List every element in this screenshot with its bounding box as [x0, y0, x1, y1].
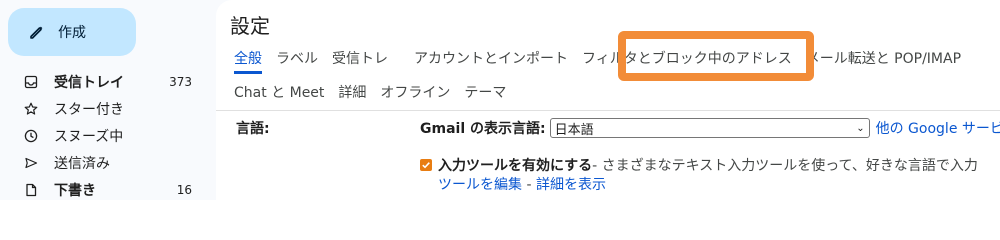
unread-count: 373: [169, 74, 192, 89]
edit-tools-link[interactable]: ツールを編集: [438, 177, 522, 193]
send-icon: [24, 156, 38, 170]
chevron-down-icon: ⌄: [856, 122, 865, 134]
link-separator: -: [522, 177, 536, 193]
tab-chat-meet[interactable]: Chat と Meet: [234, 82, 324, 108]
sidebar-item-label: スター付き: [54, 101, 124, 118]
sidebar-item-label: 送信済み: [54, 155, 110, 172]
input-tools-checkbox[interactable]: [420, 159, 432, 171]
other-services-language-link[interactable]: 他の Google サービ: [876, 118, 1000, 138]
pencil-icon: [28, 23, 46, 41]
gmail-settings-window: 作成 受信トレイ 373 スター付き スヌーズ中 送信済み 下書き 16 設定 …: [0, 0, 1000, 200]
tabs-divider: [216, 110, 1000, 111]
tab-labels[interactable]: ラベル: [276, 48, 318, 74]
tab-themes[interactable]: テーマ: [464, 82, 506, 108]
checkmark-icon: [422, 162, 430, 169]
learn-more-link[interactable]: 詳細を表示: [536, 177, 606, 193]
tab-advanced[interactable]: 詳細: [338, 82, 366, 108]
input-tools-description: - さまざまなテキスト入力ツールを使って、好きな言語で入力: [592, 158, 978, 174]
sidebar-item-label: 下書き: [54, 182, 96, 199]
draft-icon: [24, 183, 38, 197]
tab-accounts-import[interactable]: アカウントとインポート: [414, 48, 568, 74]
page-title: 設定: [230, 14, 270, 38]
sidebar: 作成 受信トレイ 373 スター付き スヌーズ中 送信済み 下書き 16: [0, 0, 216, 200]
language-setting-label: 言語:: [236, 121, 270, 137]
clock-icon: [24, 129, 38, 143]
tab-general[interactable]: 全般: [234, 48, 262, 74]
input-tools-row: 入力ツールを有効にする - さまざまなテキスト入力ツールを使って、好きな言語で入…: [420, 155, 978, 175]
display-language-row: Gmail の表示言語: 日本語 ⌄ 他の Google サービ: [420, 118, 1000, 138]
tab-offline[interactable]: オフライン: [380, 82, 450, 108]
settings-tabs-row-1: 全般 ラベル 受信トレ アカウントとインポート フィルタとブロック中のアドレス …: [234, 48, 975, 74]
inbox-icon: [24, 75, 38, 89]
sidebar-nav: 受信トレイ 373 スター付き スヌーズ中 送信済み 下書き 16: [0, 68, 216, 203]
star-icon: [24, 102, 38, 116]
sidebar-item-starred[interactable]: スター付き: [0, 95, 216, 122]
selected-language: 日本語: [554, 122, 594, 138]
item-count: 16: [176, 182, 192, 197]
sidebar-item-inbox[interactable]: 受信トレイ 373: [0, 68, 216, 95]
tab-filters[interactable]: フィルタとブロック中のアドレス: [582, 48, 792, 74]
display-language-label: Gmail の表示言語:: [420, 121, 546, 137]
settings-tabs-row-2: Chat と Meet 詳細 オフライン テーマ: [234, 82, 520, 108]
tab-inbox[interactable]: 受信トレ: [332, 48, 388, 74]
compose-label: 作成: [58, 25, 86, 41]
sidebar-item-label: 受信トレイ: [54, 74, 124, 91]
display-language-select[interactable]: 日本語 ⌄: [549, 118, 870, 138]
sidebar-item-label: スヌーズ中: [54, 128, 124, 145]
sidebar-item-drafts[interactable]: 下書き 16: [0, 176, 216, 203]
input-tools-label: 入力ツールを有効にする: [438, 158, 593, 174]
sidebar-item-snoozed[interactable]: スヌーズ中: [0, 122, 216, 149]
compose-button[interactable]: 作成: [8, 8, 136, 56]
tab-forwarding-pop-imap[interactable]: メール転送と POP/IMAP: [806, 48, 961, 74]
settings-panel: 設定 全般 ラベル 受信トレ アカウントとインポート フィルタとブロック中のアド…: [216, 0, 1000, 200]
sidebar-item-sent[interactable]: 送信済み: [0, 149, 216, 176]
input-tools-links: ツールを編集 - 詳細を表示: [438, 174, 606, 194]
